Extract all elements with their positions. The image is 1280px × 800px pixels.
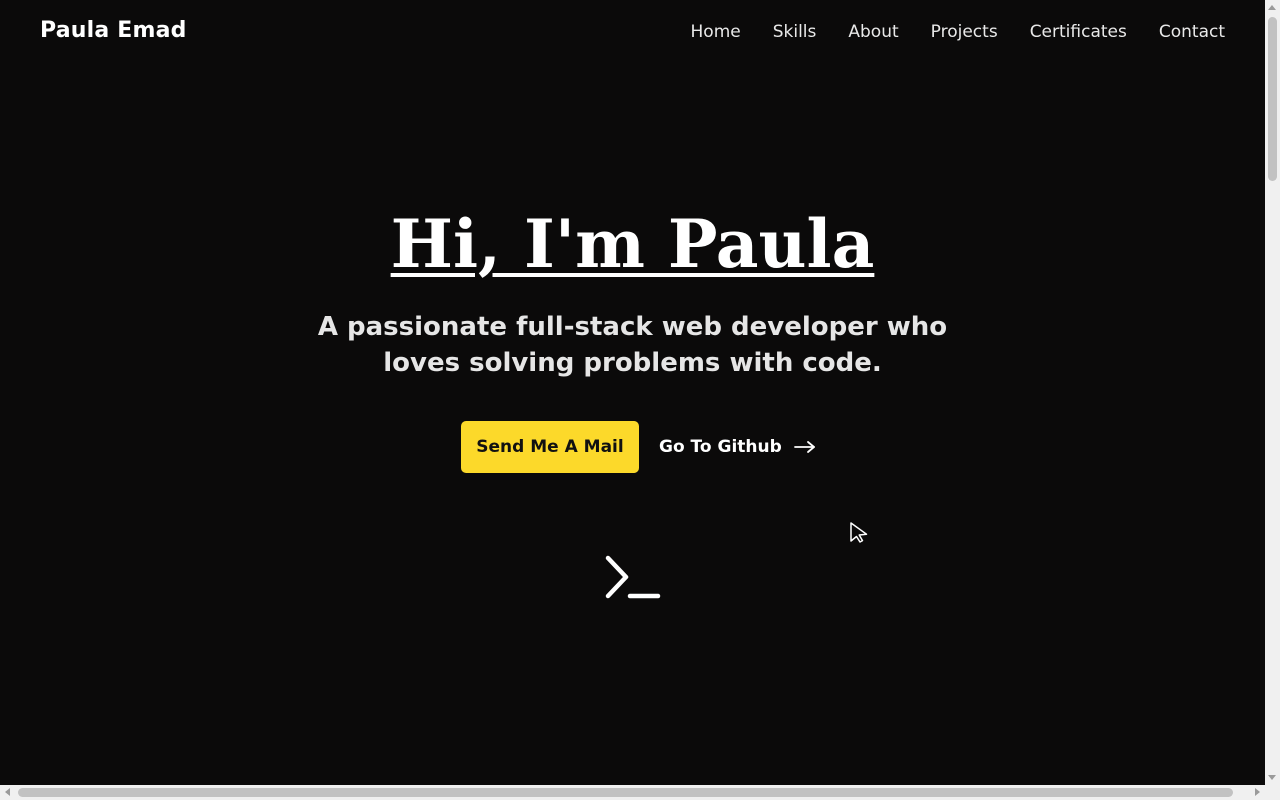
- scrollbar-corner: [1265, 785, 1280, 800]
- main-nav: Home Skills About Projects Certificates …: [691, 20, 1225, 44]
- nav-item-contact[interactable]: Contact: [1159, 20, 1225, 44]
- hero-title-container: Hi, I'm Paula: [0, 204, 1265, 284]
- terminal-icon: [605, 555, 661, 599]
- horizontal-scroll-thumb[interactable]: [18, 788, 1233, 797]
- nav-item-home[interactable]: Home: [691, 20, 741, 44]
- nav-item-skills[interactable]: Skills: [773, 20, 817, 44]
- scroll-right-arrow-icon[interactable]: [1255, 788, 1260, 796]
- nav-item-projects[interactable]: Projects: [931, 20, 998, 44]
- nav-item-certificates[interactable]: Certificates: [1030, 20, 1127, 44]
- github-link[interactable]: Go To Github: [659, 421, 816, 473]
- scroll-up-arrow-icon[interactable]: [1268, 5, 1276, 10]
- scroll-left-arrow-icon[interactable]: [5, 788, 10, 796]
- vertical-scroll-thumb[interactable]: [1268, 17, 1277, 181]
- scroll-down-arrow-icon[interactable]: [1268, 775, 1276, 780]
- horizontal-scrollbar[interactable]: [0, 785, 1265, 800]
- send-mail-label: Send Me A Mail: [476, 437, 624, 457]
- vertical-scrollbar[interactable]: [1265, 0, 1280, 785]
- nav-item-about[interactable]: About: [848, 20, 898, 44]
- hero-title[interactable]: Hi, I'm Paula: [391, 205, 875, 283]
- site-brand[interactable]: Paula Emad: [40, 17, 187, 45]
- page-viewport: Paula Emad Home Skills About Projects Ce…: [0, 0, 1265, 785]
- send-mail-button[interactable]: Send Me A Mail: [461, 421, 639, 473]
- mouse-pointer-icon: [850, 522, 868, 543]
- cta-row: Send Me A Mail Go To Github: [461, 421, 816, 473]
- arrow-right-icon: [793, 441, 815, 453]
- github-link-label: Go To Github: [659, 437, 782, 457]
- hero-subtitle: A passionate full-stack web developer wh…: [317, 312, 948, 378]
